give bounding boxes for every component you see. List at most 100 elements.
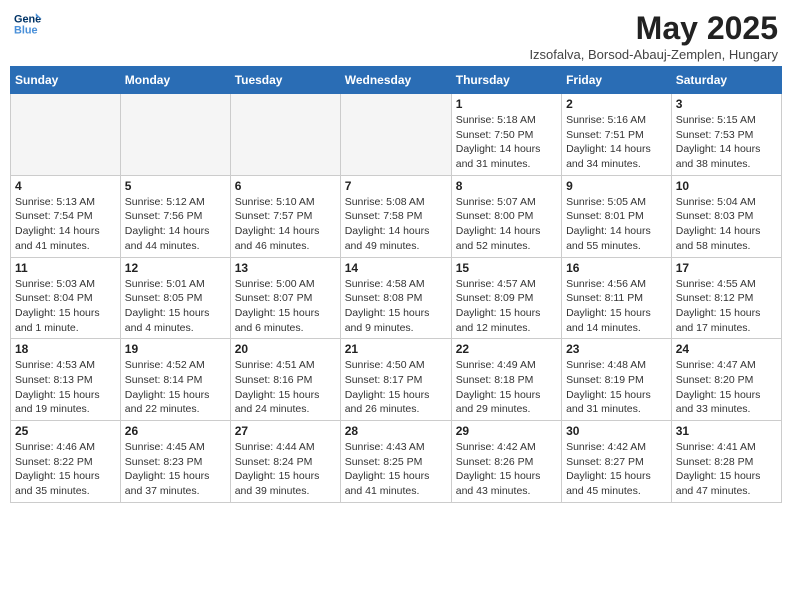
day-info: Sunrise: 5:10 AMSunset: 7:57 PMDaylight:… [235, 195, 336, 254]
calendar-week-3: 11 Sunrise: 5:03 AMSunset: 8:04 PMDayligh… [11, 257, 782, 339]
day-number: 4 [15, 179, 116, 193]
day-info: Sunrise: 5:05 AMSunset: 8:01 PMDaylight:… [566, 195, 667, 254]
day-number: 27 [235, 424, 336, 438]
day-info: Sunrise: 4:55 AMSunset: 8:12 PMDaylight:… [676, 277, 777, 336]
day-info: Sunrise: 5:03 AMSunset: 8:04 PMDaylight:… [15, 277, 116, 336]
calendar-cell: 8Sunrise: 5:07 AMSunset: 8:00 PMDaylight… [451, 175, 561, 257]
day-info: Sunrise: 5:13 AMSunset: 7:54 PMDaylight:… [15, 195, 116, 254]
day-number: 8 [456, 179, 557, 193]
calendar-cell: 3Sunrise: 5:15 AMSunset: 7:53 PMDaylight… [671, 94, 781, 176]
calendar-cell: 11 Sunrise: 5:03 AMSunset: 8:04 PMDayligh… [11, 257, 121, 339]
day-info: Sunrise: 4:42 AMSunset: 8:26 PMDaylight:… [456, 440, 557, 499]
day-number: 18 [15, 342, 116, 356]
logo: General Blue [14, 10, 42, 38]
calendar-cell: 28 Sunrise: 4:43 AMSunset: 8:25 PMDayligh… [340, 421, 451, 503]
calendar-week-4: 18 Sunrise: 4:53 AMSunset: 8:13 PMDayligh… [11, 339, 782, 421]
day-info: Sunrise: 5:01 AMSunset: 8:05 PMDaylight:… [125, 277, 226, 336]
calendar-cell: 12 Sunrise: 5:01 AMSunset: 8:05 PMDayligh… [120, 257, 230, 339]
day-number: 23 [566, 342, 667, 356]
calendar-cell: 4 Sunrise: 5:13 AMSunset: 7:54 PMDaylight… [11, 175, 121, 257]
day-info: Sunrise: 5:00 AMSunset: 8:07 PMDaylight:… [235, 277, 336, 336]
day-number: 17 [676, 261, 777, 275]
day-number: 14 [345, 261, 447, 275]
page-header: General Blue May 2025 Izsofalva, Borsod-… [10, 10, 782, 62]
calendar-cell: 15 Sunrise: 4:57 AMSunset: 8:09 PMDayligh… [451, 257, 561, 339]
svg-text:Blue: Blue [14, 24, 38, 36]
day-number: 26 [125, 424, 226, 438]
day-number: 21 [345, 342, 447, 356]
day-number: 28 [345, 424, 447, 438]
day-info: Sunrise: 4:44 AMSunset: 8:24 PMDaylight:… [235, 440, 336, 499]
day-info: Sunrise: 4:42 AMSunset: 8:27 PMDaylight:… [566, 440, 667, 499]
calendar-cell: 13 Sunrise: 5:00 AMSunset: 8:07 PMDayligh… [230, 257, 340, 339]
day-info: Sunrise: 5:18 AMSunset: 7:50 PMDaylight:… [456, 113, 557, 172]
calendar-cell: 24 Sunrise: 4:47 AMSunset: 8:20 PMDayligh… [671, 339, 781, 421]
calendar-cell: 22 Sunrise: 4:49 AMSunset: 8:18 PMDayligh… [451, 339, 561, 421]
day-of-week-tuesday: Tuesday [230, 67, 340, 94]
calendar-cell: 1 Sunrise: 5:18 AMSunset: 7:50 PMDaylight… [451, 94, 561, 176]
calendar-cell: 21Sunrise: 4:50 AMSunset: 8:17 PMDayligh… [340, 339, 451, 421]
calendar-cell: 2 Sunrise: 5:16 AMSunset: 7:51 PMDaylight… [562, 94, 672, 176]
day-number: 19 [125, 342, 226, 356]
day-number: 20 [235, 342, 336, 356]
day-info: Sunrise: 4:49 AMSunset: 8:18 PMDaylight:… [456, 358, 557, 417]
calendar-cell: 30Sunrise: 4:42 AMSunset: 8:27 PMDayligh… [562, 421, 672, 503]
day-info: Sunrise: 5:04 AMSunset: 8:03 PMDaylight:… [676, 195, 777, 254]
calendar-cell: 7 Sunrise: 5:08 AMSunset: 7:58 PMDaylight… [340, 175, 451, 257]
month-year: May 2025 [529, 10, 778, 47]
calendar-cell: 5 Sunrise: 5:12 AMSunset: 7:56 PMDaylight… [120, 175, 230, 257]
calendar-cell: 14Sunrise: 4:58 AMSunset: 8:08 PMDayligh… [340, 257, 451, 339]
day-number: 13 [235, 261, 336, 275]
calendar-cell [230, 94, 340, 176]
day-info: Sunrise: 4:41 AMSunset: 8:28 PMDaylight:… [676, 440, 777, 499]
calendar-cell: 31 Sunrise: 4:41 AMSunset: 8:28 PMDayligh… [671, 421, 781, 503]
day-number: 7 [345, 179, 447, 193]
day-of-week-monday: Monday [120, 67, 230, 94]
day-number: 1 [456, 97, 557, 111]
calendar-cell: 25 Sunrise: 4:46 AMSunset: 8:22 PMDayligh… [11, 421, 121, 503]
day-number: 9 [566, 179, 667, 193]
calendar-cell: 16Sunrise: 4:56 AMSunset: 8:11 PMDayligh… [562, 257, 672, 339]
calendar-table: SundayMondayTuesdayWednesdayThursdayFrid… [10, 66, 782, 503]
day-number: 24 [676, 342, 777, 356]
calendar-header-row: SundayMondayTuesdayWednesdayThursdayFrid… [11, 67, 782, 94]
day-info: Sunrise: 5:12 AMSunset: 7:56 PMDaylight:… [125, 195, 226, 254]
calendar-cell: 20 Sunrise: 4:51 AMSunset: 8:16 PMDayligh… [230, 339, 340, 421]
calendar-cell: 27 Sunrise: 4:44 AMSunset: 8:24 PMDayligh… [230, 421, 340, 503]
day-info: Sunrise: 4:45 AMSunset: 8:23 PMDaylight:… [125, 440, 226, 499]
day-info: Sunrise: 4:48 AMSunset: 8:19 PMDaylight:… [566, 358, 667, 417]
day-number: 31 [676, 424, 777, 438]
day-info: Sunrise: 4:51 AMSunset: 8:16 PMDaylight:… [235, 358, 336, 417]
calendar-cell [11, 94, 121, 176]
day-info: Sunrise: 4:43 AMSunset: 8:25 PMDaylight:… [345, 440, 447, 499]
day-info: Sunrise: 4:53 AMSunset: 8:13 PMDaylight:… [15, 358, 116, 417]
day-number: 22 [456, 342, 557, 356]
day-number: 12 [125, 261, 226, 275]
calendar-week-5: 25 Sunrise: 4:46 AMSunset: 8:22 PMDayligh… [11, 421, 782, 503]
calendar-cell: 18 Sunrise: 4:53 AMSunset: 8:13 PMDayligh… [11, 339, 121, 421]
day-info: Sunrise: 5:08 AMSunset: 7:58 PMDaylight:… [345, 195, 447, 254]
day-of-week-sunday: Sunday [11, 67, 121, 94]
day-of-week-friday: Friday [562, 67, 672, 94]
day-of-week-wednesday: Wednesday [340, 67, 451, 94]
day-number: 10 [676, 179, 777, 193]
day-number: 15 [456, 261, 557, 275]
calendar-cell: 19 Sunrise: 4:52 AMSunset: 8:14 PMDayligh… [120, 339, 230, 421]
day-info: Sunrise: 5:16 AMSunset: 7:51 PMDaylight:… [566, 113, 667, 172]
day-of-week-thursday: Thursday [451, 67, 561, 94]
calendar-week-1: 1 Sunrise: 5:18 AMSunset: 7:50 PMDaylight… [11, 94, 782, 176]
day-number: 2 [566, 97, 667, 111]
calendar-cell: 10 Sunrise: 5:04 AMSunset: 8:03 PMDayligh… [671, 175, 781, 257]
day-info: Sunrise: 4:47 AMSunset: 8:20 PMDaylight:… [676, 358, 777, 417]
day-info: Sunrise: 4:57 AMSunset: 8:09 PMDaylight:… [456, 277, 557, 336]
title-block: May 2025 Izsofalva, Borsod-Abauj-Zemplen… [529, 10, 778, 62]
day-info: Sunrise: 4:52 AMSunset: 8:14 PMDaylight:… [125, 358, 226, 417]
day-number: 5 [125, 179, 226, 193]
day-number: 11 [15, 261, 116, 275]
day-number: 25 [15, 424, 116, 438]
day-info: Sunrise: 5:15 AMSunset: 7:53 PMDaylight:… [676, 113, 777, 172]
calendar-week-2: 4 Sunrise: 5:13 AMSunset: 7:54 PMDaylight… [11, 175, 782, 257]
day-number: 29 [456, 424, 557, 438]
day-info: Sunrise: 4:46 AMSunset: 8:22 PMDaylight:… [15, 440, 116, 499]
calendar-cell: 26 Sunrise: 4:45 AMSunset: 8:23 PMDayligh… [120, 421, 230, 503]
